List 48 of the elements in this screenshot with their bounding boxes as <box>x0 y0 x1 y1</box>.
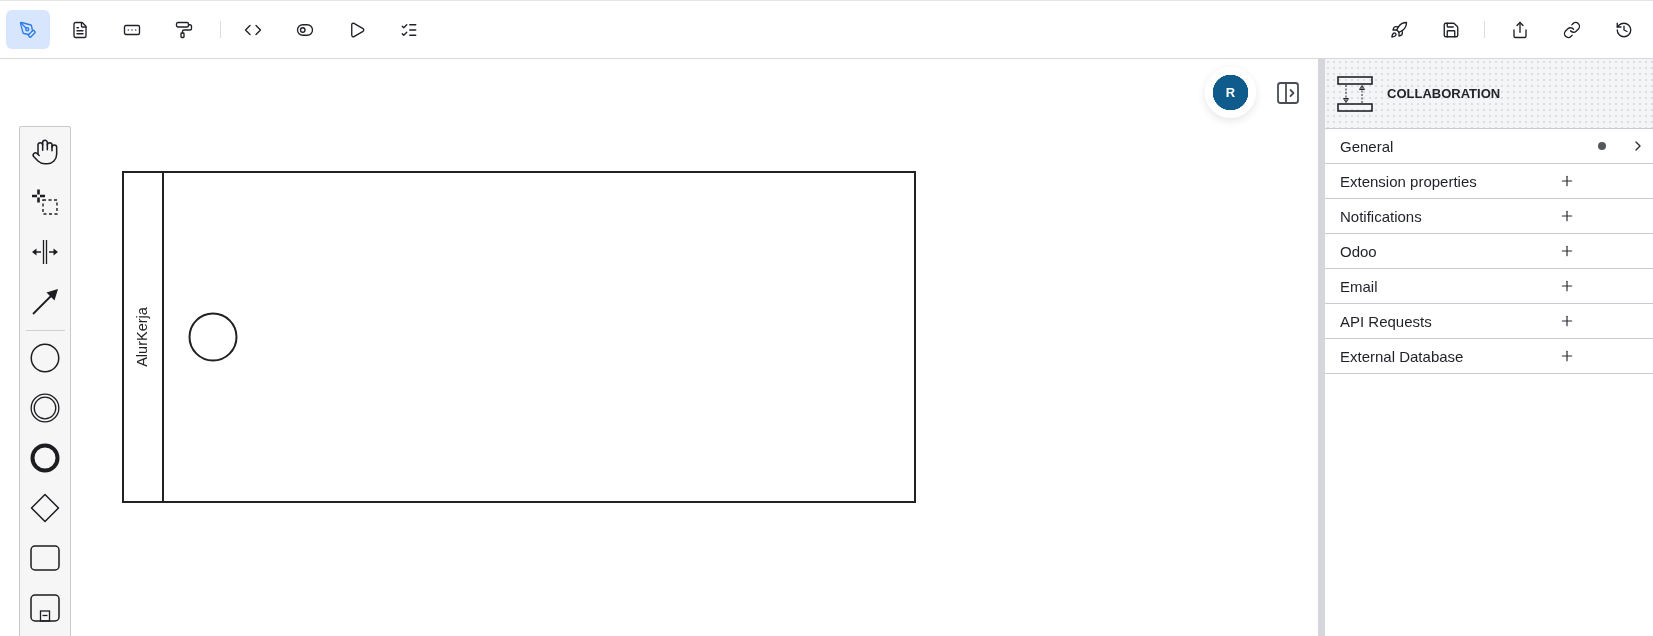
group-header[interactable]: API Requests <box>1325 304 1653 339</box>
panel-resize-handle[interactable] <box>1318 59 1325 636</box>
space-tool-icon <box>30 237 60 267</box>
collapsed-subprocess-icon <box>30 594 60 622</box>
play-icon <box>348 20 366 39</box>
group-header[interactable]: Email <box>1325 269 1653 304</box>
history-icon <box>1615 20 1633 39</box>
panel-toggle-button[interactable] <box>1275 80 1301 106</box>
pen-icon <box>19 20 37 39</box>
hand-icon <box>31 138 59 166</box>
group-header[interactable]: Notifications <box>1325 199 1653 234</box>
save-icon <box>1442 20 1460 39</box>
start-event-circle <box>188 312 238 362</box>
group-title: General <box>1340 137 1395 155</box>
group-title: API Requests <box>1340 312 1433 330</box>
group-title: Odoo <box>1340 242 1378 260</box>
plus-icon[interactable] <box>1559 208 1575 224</box>
panel-title: COLLABORATION <box>1387 86 1501 101</box>
upload-icon <box>1511 20 1529 39</box>
document-icon <box>71 20 89 39</box>
link-icon <box>1563 20 1581 39</box>
arrow-icon <box>30 287 60 317</box>
group-header[interactable]: External Database <box>1325 339 1653 374</box>
group-header[interactable]: Odoo <box>1325 234 1653 269</box>
plus-icon[interactable] <box>1559 278 1575 294</box>
plus-icon[interactable] <box>1559 173 1575 189</box>
group-title: Email <box>1340 277 1379 295</box>
circle-icon <box>30 343 60 373</box>
paint-roller-icon <box>175 20 193 39</box>
rounded-rectangle-icon <box>30 545 60 571</box>
diamond-icon <box>30 493 60 523</box>
lasso-tool-icon <box>30 187 60 217</box>
user-avatar[interactable]: R <box>1205 67 1256 118</box>
pen-tab[interactable] <box>6 10 50 49</box>
plus-icon[interactable] <box>1559 243 1575 259</box>
plus-icon[interactable] <box>1559 313 1575 329</box>
double-circle-icon <box>30 393 60 423</box>
group-title: External Database <box>1340 347 1465 365</box>
sidebar-toggle-icon <box>1276 81 1300 105</box>
rocket-icon <box>1390 20 1408 39</box>
group-header[interactable]: Extension properties <box>1325 164 1653 199</box>
group-title: Extension properties <box>1340 172 1478 190</box>
thick-circle-icon <box>30 443 60 473</box>
plus-icon[interactable] <box>1559 348 1575 364</box>
collaboration-icon <box>1337 75 1373 112</box>
group-header[interactable]: General <box>1325 129 1653 164</box>
pool-label: AlurKerja <box>134 307 150 367</box>
group-title: Notifications <box>1340 207 1423 225</box>
